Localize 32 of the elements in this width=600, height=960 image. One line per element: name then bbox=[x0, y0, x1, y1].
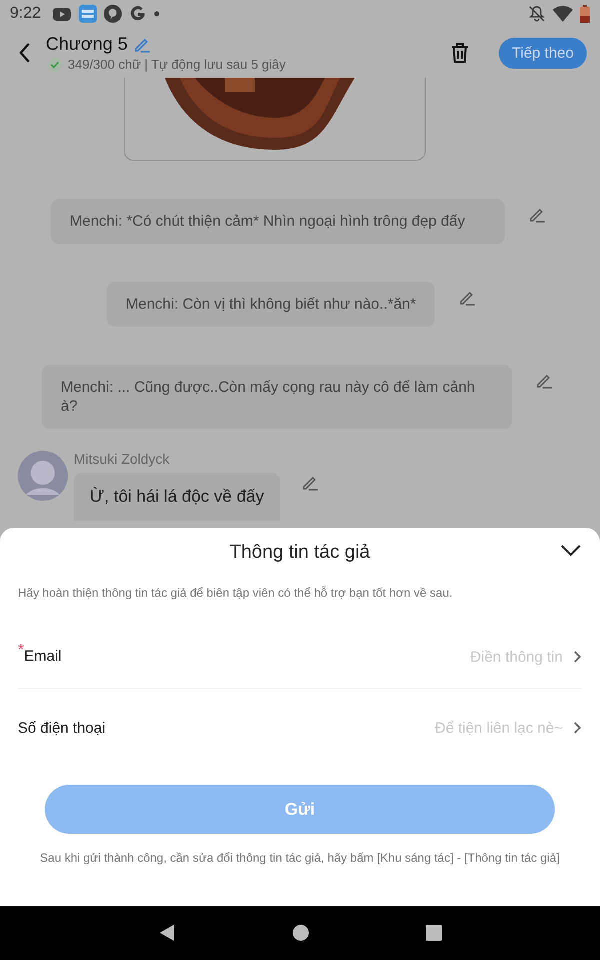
footnote: Sau khi gửi thành công, cần sửa đổi thông tin tác giả, hãy bấm [Khu sáng tác] - [Thông tin tác giả] bbox=[39, 850, 561, 866]
pin-app-icon bbox=[104, 5, 122, 23]
status-time: 9:22 bbox=[10, 5, 42, 23]
home-nav-icon[interactable] bbox=[292, 924, 310, 942]
field-label: Số điện thoại bbox=[18, 720, 106, 736]
app-icon bbox=[79, 5, 98, 23]
narration-bubble[interactable]: Menchi: Còn vị thì không biết như nào..*ăn* bbox=[107, 282, 436, 327]
back-nav-icon[interactable] bbox=[158, 924, 176, 942]
chapter-title: Chương 5 bbox=[46, 34, 128, 55]
narration-bubble[interactable]: Menchi: ... Cũng được..Còn mấy cọng rau này cô để làm cảnh à? bbox=[42, 365, 512, 429]
chevron-down-icon[interactable] bbox=[560, 544, 582, 558]
save-status: 349/300 chữ | Tự động lưu sau 5 giây bbox=[68, 57, 286, 72]
trash-icon[interactable] bbox=[449, 42, 471, 64]
dot-icon bbox=[154, 11, 160, 17]
dialogue-bubble[interactable]: Ừ, tôi hái lá độc về đấy bbox=[74, 473, 280, 521]
required-mark: * bbox=[18, 642, 24, 660]
check-icon bbox=[48, 58, 62, 72]
back-icon[interactable] bbox=[18, 42, 32, 64]
sheet-description: Hãy hoàn thiện thông tin tác giả để biên tập viên có thể hỗ trợ bạn tốt hơn về sau. bbox=[18, 586, 454, 600]
chevron-right-icon bbox=[573, 650, 582, 664]
battery-icon bbox=[580, 5, 590, 23]
next-button[interactable]: Tiếp theo bbox=[499, 38, 587, 68]
wifi-icon bbox=[553, 6, 573, 22]
g-app-icon bbox=[129, 5, 148, 23]
chevron-right-icon bbox=[573, 721, 582, 735]
avatar bbox=[18, 451, 68, 501]
video-app-icon bbox=[52, 6, 72, 22]
field-label: Email bbox=[24, 648, 62, 665]
bell-off-icon bbox=[528, 5, 546, 23]
speaker-name: Mitsuki Zoldyck bbox=[74, 451, 171, 467]
narration-bubble[interactable]: Menchi: *Có chút thiện cảm* Nhìn ngoại hình trông đẹp đấy bbox=[51, 199, 505, 244]
sheet-title: Thông tin tác giả bbox=[230, 542, 370, 564]
